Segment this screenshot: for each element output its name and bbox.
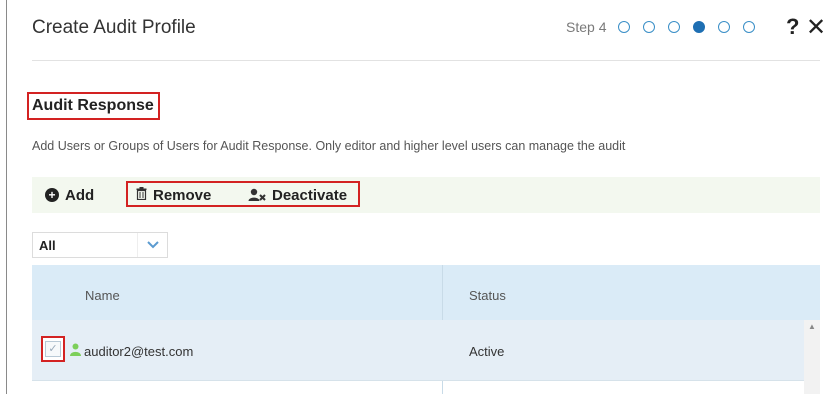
- column-header-name[interactable]: Name: [85, 288, 120, 303]
- step-dot-4-current: [693, 21, 706, 33]
- add-button[interactable]: + Add: [45, 177, 94, 213]
- remove-button[interactable]: Remove: [136, 177, 211, 213]
- plus-circle-icon: +: [45, 188, 59, 202]
- section-title: Audit Response: [27, 92, 160, 120]
- scroll-up-arrow-icon[interactable]: ▲: [804, 320, 820, 334]
- table-row[interactable]: ✓ auditor2@test.com Active: [32, 320, 804, 380]
- user-name-cell: auditor2@test.com: [84, 344, 194, 359]
- user-remove-icon: [248, 188, 266, 202]
- table-header: Name Status: [32, 265, 820, 320]
- section-description: Add Users or Groups of Users for Audit R…: [32, 139, 626, 153]
- column-header-status[interactable]: Status: [469, 288, 506, 303]
- step-dot-1: [618, 21, 631, 33]
- deactivate-button[interactable]: Deactivate: [248, 177, 347, 213]
- highlight-box: ✓: [41, 336, 65, 362]
- step-dot-6: [743, 21, 756, 33]
- action-toolbar: + Add Remove Deactivate: [32, 177, 820, 213]
- step-dot-3: [668, 21, 681, 33]
- users-table: Name Status ✓ auditor2@test.com Active ▲: [32, 265, 820, 394]
- add-button-label: Add: [65, 186, 95, 204]
- help-icon[interactable]: ?: [786, 14, 799, 40]
- row-checkbox[interactable]: ✓: [45, 341, 61, 357]
- filter-selected-value: All: [39, 237, 56, 253]
- close-icon[interactable]: ✕: [806, 13, 826, 42]
- dialog-title: Create Audit Profile: [32, 17, 196, 38]
- step-label: Step 4: [566, 19, 607, 35]
- window-border: [6, 0, 7, 394]
- user-icon: [70, 343, 81, 361]
- chevron-down-icon[interactable]: [137, 233, 167, 257]
- filter-dropdown[interactable]: All: [32, 232, 168, 258]
- deactivate-button-label: Deactivate: [272, 186, 348, 204]
- remove-button-label: Remove: [153, 186, 212, 204]
- row-divider: [32, 380, 804, 381]
- table-scrollbar[interactable]: ▲: [804, 320, 820, 394]
- header-divider: [32, 60, 820, 61]
- trash-icon: [136, 187, 147, 203]
- step-dot-5: [718, 21, 731, 33]
- step-indicator: Step 4: [566, 19, 768, 35]
- step-dot-2: [643, 21, 656, 33]
- user-status-cell: Active: [469, 344, 505, 359]
